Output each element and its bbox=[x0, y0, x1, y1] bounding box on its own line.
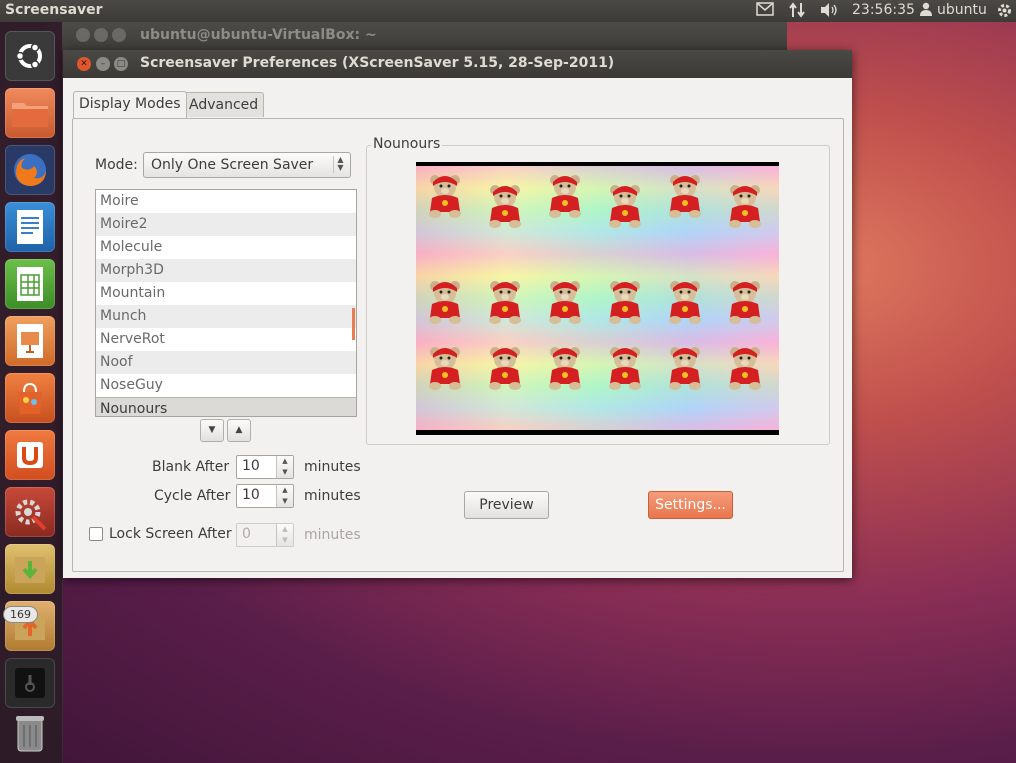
bear-sprite bbox=[424, 278, 466, 324]
maximize-icon[interactable]: □ bbox=[114, 57, 128, 71]
libreoffice-writer-icon[interactable] bbox=[5, 202, 55, 252]
settings-button[interactable]: Settings... bbox=[648, 491, 733, 519]
screensaver-preview[interactable] bbox=[416, 162, 779, 435]
list-item[interactable]: Munch bbox=[96, 305, 356, 328]
terminal-window-titlebar[interactable]: ubuntu@ubuntu-VirtualBox: ~ bbox=[62, 22, 787, 50]
lock-minutes-label: minutes bbox=[304, 527, 361, 543]
blank-minutes-label: minutes bbox=[304, 459, 361, 475]
bear-sprite bbox=[484, 278, 526, 324]
system-settings-icon[interactable] bbox=[5, 487, 55, 537]
app-menu-title[interactable]: Screensaver bbox=[5, 2, 103, 18]
tab-advanced[interactable]: Advanced bbox=[183, 92, 265, 117]
bear-sprite bbox=[544, 278, 586, 324]
bear-sprite bbox=[424, 344, 466, 390]
cycle-after-value: 10 bbox=[242, 487, 260, 503]
bear-sprite bbox=[604, 344, 646, 390]
screensaver-preferences-dialog: ✕ – □ Screensaver Preferences (XScreenSa… bbox=[63, 50, 852, 578]
volume-icon[interactable] bbox=[819, 2, 839, 22]
bear-sprite bbox=[724, 278, 766, 324]
bear-sprite bbox=[724, 344, 766, 390]
bear-sprite bbox=[544, 172, 586, 218]
libreoffice-calc-icon[interactable] bbox=[5, 259, 55, 309]
select-arrows-icon: ▲ ▼ bbox=[333, 156, 347, 173]
spinner-arrows-icon[interactable]: ▲ ▼ bbox=[276, 485, 293, 507]
mode-label: Mode: bbox=[95, 157, 138, 173]
user-name[interactable]: ubuntu bbox=[937, 2, 987, 18]
ubuntu-one-icon[interactable] bbox=[5, 430, 55, 480]
lock-after-value: 0 bbox=[242, 526, 251, 542]
list-item-selected[interactable]: Nounours bbox=[96, 397, 356, 416]
mode-select[interactable]: Only One Screen Saver ▲ ▼ bbox=[143, 152, 351, 178]
ubuntu-dash-icon[interactable] bbox=[5, 31, 55, 81]
blank-after-label: Blank After bbox=[152, 459, 230, 475]
minimize-icon[interactable]: – bbox=[96, 57, 110, 71]
bear-sprite bbox=[604, 278, 646, 324]
user-icon[interactable] bbox=[920, 2, 932, 20]
list-item[interactable]: Mountain bbox=[96, 282, 356, 305]
list-item[interactable]: Noof bbox=[96, 351, 356, 374]
list-item[interactable]: NerveRot bbox=[96, 328, 356, 351]
bear-sprite bbox=[484, 344, 526, 390]
lock-screen-checkbox[interactable] bbox=[89, 527, 103, 541]
terminal-title: ubuntu@ubuntu-VirtualBox: ~ bbox=[140, 27, 377, 43]
network-icon[interactable] bbox=[788, 2, 806, 22]
cycle-after-label: Cycle After bbox=[154, 488, 231, 504]
session-gear-icon[interactable] bbox=[996, 2, 1013, 23]
bear-sprite bbox=[604, 182, 646, 228]
list-item[interactable]: Morph3D bbox=[96, 259, 356, 282]
libreoffice-impress-icon[interactable] bbox=[5, 316, 55, 366]
cycle-after-spinner[interactable]: 10 ▲ ▼ bbox=[236, 484, 294, 508]
preview-button[interactable]: Preview bbox=[464, 491, 549, 519]
mode-select-value: Only One Screen Saver bbox=[151, 157, 314, 173]
firefox-icon[interactable] bbox=[5, 145, 55, 195]
move-up-button[interactable]: ▲ bbox=[227, 419, 251, 442]
launcher: 169 bbox=[0, 22, 63, 763]
trash-icon[interactable] bbox=[5, 708, 55, 758]
list-item[interactable]: Molecule bbox=[96, 236, 356, 259]
dialog-titlebar[interactable]: ✕ – □ Screensaver Preferences (XScreenSa… bbox=[63, 50, 852, 78]
terminal-maximize-button[interactable] bbox=[112, 28, 126, 42]
list-scrollbar[interactable] bbox=[352, 308, 355, 340]
bear-sprite bbox=[664, 278, 706, 324]
update-count-badge: 169 bbox=[4, 607, 37, 622]
home-folder-icon[interactable] bbox=[5, 88, 55, 138]
top-panel: Screensaver 23:56:35 ubuntu bbox=[0, 0, 1016, 22]
bear-sprite bbox=[664, 172, 706, 218]
list-item[interactable]: Moire bbox=[96, 190, 356, 213]
blank-after-value: 10 bbox=[242, 458, 260, 474]
bear-sprite bbox=[664, 344, 706, 390]
lock-after-spinner[interactable]: 0 ▲ ▼ bbox=[236, 523, 294, 547]
preview-image bbox=[416, 166, 779, 430]
cycle-minutes-label: minutes bbox=[304, 488, 361, 504]
lock-screen-label[interactable]: Lock Screen After bbox=[109, 526, 232, 542]
screensaver-list[interactable]: Moire Moire2 Molecule Morph3D Mountain M… bbox=[95, 189, 357, 417]
close-icon[interactable]: ✕ bbox=[77, 57, 91, 71]
dialog-title: Screensaver Preferences (XScreenSaver 5.… bbox=[140, 55, 615, 71]
list-item[interactable]: NoseGuy bbox=[96, 374, 356, 397]
preview-group-title: Nounours bbox=[371, 136, 443, 152]
screensaver-app-icon[interactable] bbox=[5, 658, 55, 708]
terminal-close-button[interactable] bbox=[76, 28, 90, 42]
tab-display-modes[interactable]: Display Modes bbox=[73, 91, 187, 118]
move-down-button[interactable]: ▼ bbox=[200, 419, 224, 442]
bear-sprite bbox=[724, 182, 766, 228]
bear-sprite bbox=[544, 344, 586, 390]
bear-sprite bbox=[484, 182, 526, 228]
clock[interactable]: 23:56:35 bbox=[852, 2, 915, 18]
terminal-minimize-button[interactable] bbox=[94, 28, 108, 42]
list-item[interactable]: Moire2 bbox=[96, 213, 356, 236]
bear-sprite bbox=[424, 172, 466, 218]
mail-icon[interactable] bbox=[756, 2, 774, 20]
blank-after-spinner[interactable]: 10 ▲ ▼ bbox=[236, 455, 294, 479]
spinner-arrows-icon[interactable]: ▲ ▼ bbox=[276, 456, 293, 478]
spinner-arrows-icon[interactable]: ▲ ▼ bbox=[276, 524, 293, 546]
update-download-icon[interactable] bbox=[5, 544, 55, 594]
software-center-icon[interactable] bbox=[5, 373, 55, 423]
